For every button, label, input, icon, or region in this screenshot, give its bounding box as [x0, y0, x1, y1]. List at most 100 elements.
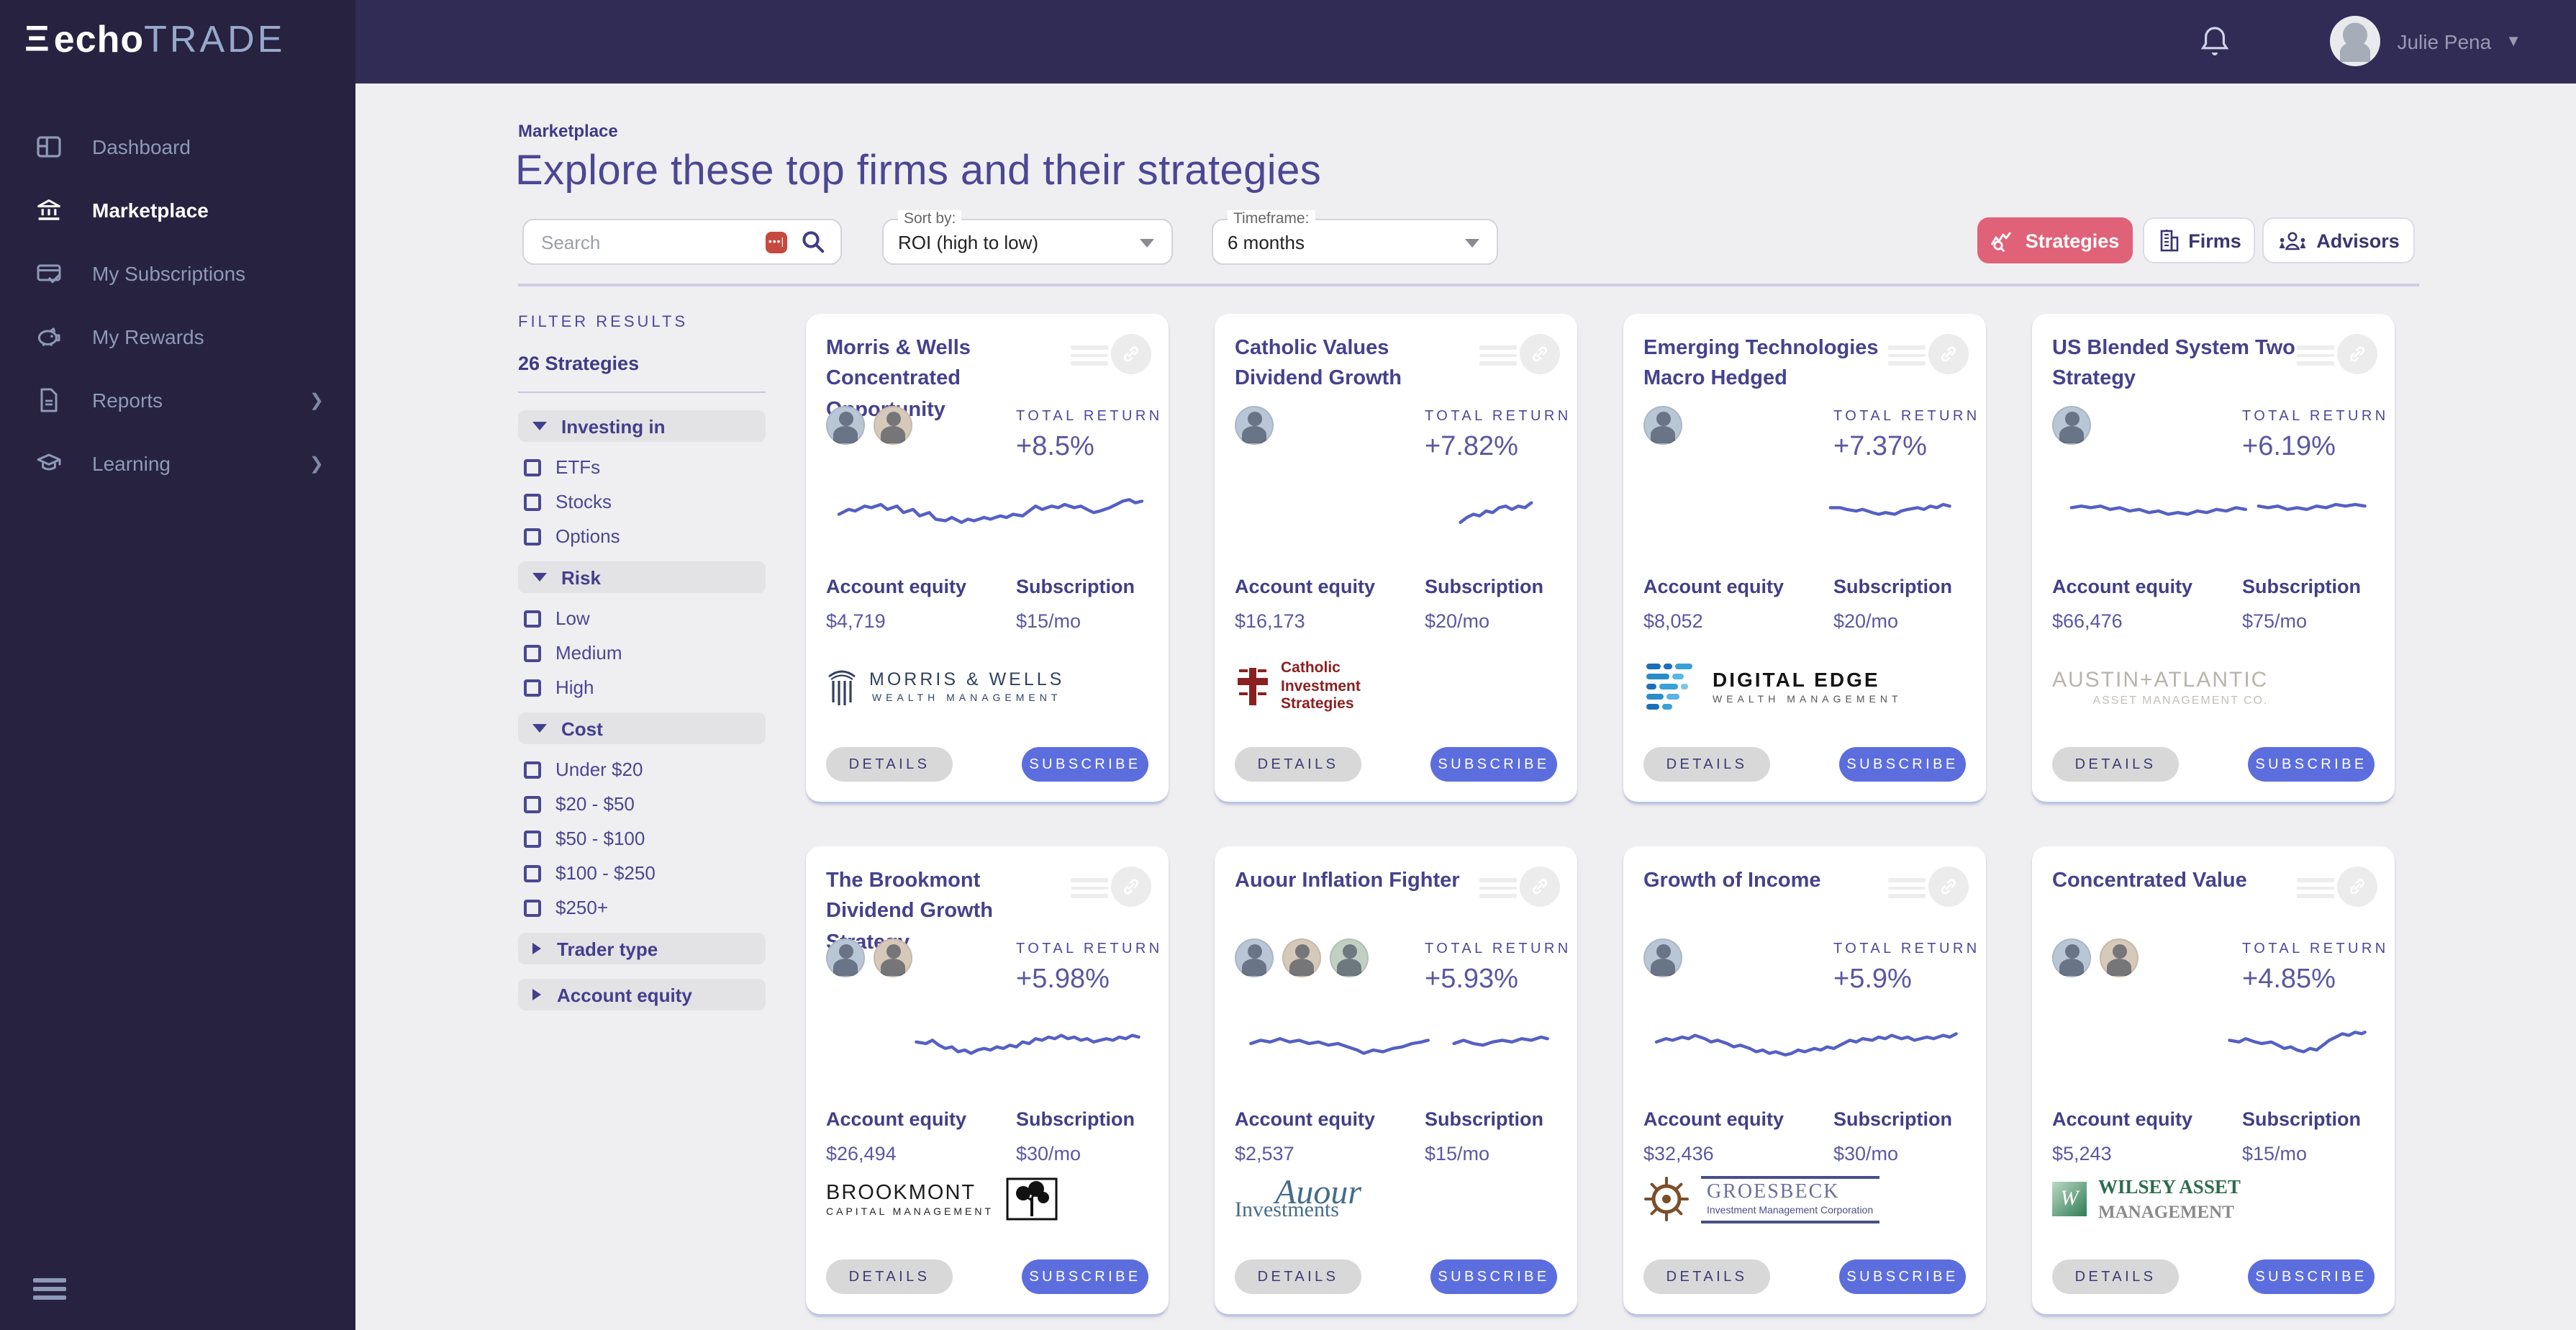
filter-section-header[interactable]: Investing in — [518, 410, 766, 442]
checkbox[interactable] — [524, 644, 541, 661]
details-button[interactable]: DETAILS — [2052, 1259, 2179, 1294]
link-button[interactable] — [1928, 334, 1969, 374]
link-button[interactable] — [1111, 334, 1151, 374]
tab-advisors[interactable]: Advisors — [2262, 217, 2415, 263]
checkbox[interactable] — [524, 795, 541, 813]
checkbox[interactable] — [524, 864, 541, 882]
checkbox[interactable] — [524, 610, 541, 627]
tab-strategies[interactable]: Strategies — [1977, 217, 2133, 263]
timeframe-label: Timeframe: — [1228, 210, 1315, 227]
filter-option[interactable]: $20 - $50 — [524, 793, 766, 815]
checkbox[interactable] — [524, 830, 541, 847]
link-button[interactable] — [2337, 334, 2377, 374]
sidebar-item-my-subscriptions[interactable]: My Subscriptions — [0, 242, 355, 305]
tab-firms[interactable]: Firms — [2143, 217, 2255, 263]
filter-option-label: ETFs — [555, 456, 601, 478]
filter-section-header[interactable]: Cost — [518, 712, 766, 744]
subscribe-button[interactable]: SUBSCRIBE — [2248, 1259, 2375, 1294]
card-menu[interactable] — [2297, 867, 2377, 907]
details-button[interactable]: DETAILS — [1235, 1259, 1361, 1294]
filter-section-header[interactable]: Account equity — [518, 979, 766, 1010]
details-button[interactable]: DETAILS — [826, 1259, 953, 1294]
subscribe-button[interactable]: SUBSCRIBE — [1022, 747, 1148, 782]
subscribe-button[interactable]: SUBSCRIBE — [1430, 747, 1557, 782]
filter-option[interactable]: $50 - $100 — [524, 828, 766, 849]
sidebar-item-reports[interactable]: Reports ❯ — [0, 368, 355, 432]
details-button[interactable]: DETAILS — [1235, 747, 1361, 782]
collapse-menu-icon[interactable] — [33, 1273, 66, 1304]
filter-option[interactable]: $250+ — [524, 897, 766, 918]
card-menu[interactable] — [1071, 867, 1151, 907]
link-button[interactable] — [1520, 334, 1560, 374]
dropdown-caret-icon — [1140, 239, 1154, 248]
link-button[interactable] — [1520, 867, 1560, 907]
advisor-avatars — [1235, 938, 1377, 977]
details-button[interactable]: DETAILS — [1643, 1259, 1770, 1294]
search-input[interactable] — [538, 230, 766, 254]
filter-option[interactable]: ETFs — [524, 456, 766, 478]
performance-sparkline — [1459, 501, 1533, 524]
checkbox[interactable] — [524, 458, 541, 476]
subscribe-button[interactable]: SUBSCRIBE — [1430, 1259, 1557, 1294]
sidebar-item-label: My Subscriptions — [92, 262, 246, 285]
subscribe-button[interactable]: SUBSCRIBE — [2248, 747, 2375, 782]
card-actions: DETAILS SUBSCRIBE — [2052, 1259, 2375, 1294]
checkbox[interactable] — [524, 528, 541, 545]
link-button[interactable] — [2337, 867, 2377, 907]
card-menu-lines-icon — [2297, 874, 2334, 902]
filter-option-label: High — [555, 677, 594, 698]
sidebar-item-learning[interactable]: Learning ❯ — [0, 432, 355, 495]
subscribe-button[interactable]: SUBSCRIBE — [1839, 1259, 1966, 1294]
card-menu[interactable] — [1479, 334, 1560, 374]
card-menu[interactable] — [1888, 867, 1969, 907]
subscribe-button[interactable]: SUBSCRIBE — [1022, 1259, 1148, 1294]
filter-section-header[interactable]: Risk — [518, 561, 766, 593]
filter-option[interactable]: Stocks — [524, 491, 766, 512]
timeframe-select[interactable]: Timeframe: 6 months — [1212, 210, 1498, 265]
filter-section-header[interactable]: Trader type — [518, 933, 766, 964]
filter-option[interactable]: Medium — [524, 642, 766, 664]
total-return-block: TOTAL RETURN +8.5% — [1016, 409, 1163, 463]
sidebar-item-marketplace[interactable]: Marketplace — [0, 178, 355, 242]
filter-option[interactable]: High — [524, 677, 766, 698]
filter-option[interactable]: Low — [524, 607, 766, 629]
sort-select[interactable]: Sort by: ROI (high to low) — [882, 210, 1173, 265]
triangle-right-icon — [532, 989, 541, 1000]
ship-wheel-icon — [1644, 1177, 1689, 1221]
checkbox[interactable] — [524, 899, 541, 916]
details-button[interactable]: DETAILS — [1643, 747, 1770, 782]
card-menu[interactable] — [1479, 867, 1560, 907]
advisor-avatar — [826, 406, 865, 445]
sidebar-item-my-rewards[interactable]: My Rewards — [0, 305, 355, 368]
link-button[interactable] — [1928, 867, 1969, 907]
search-field[interactable]: •••| — [522, 219, 842, 265]
filter-option[interactable]: $100 - $250 — [524, 862, 766, 884]
search-icon[interactable] — [800, 229, 826, 255]
firm-tagline-2: Strategies — [1281, 695, 1354, 713]
subscription-label: Subscription — [1425, 576, 1544, 597]
page-title: Explore these top firms and their strate… — [515, 148, 1322, 194]
brand-logo[interactable]: Ξ echo TRADE — [24, 17, 285, 62]
notifications-bell-icon[interactable] — [2199, 24, 2231, 59]
details-button[interactable]: DETAILS — [826, 747, 953, 782]
advisor-avatars — [2052, 938, 2147, 977]
jerusalem-cross-icon — [1235, 668, 1269, 705]
strategy-card: US Blended System Two Strategy TOTAL RETU… — [2032, 314, 2395, 803]
filter-option-label: $50 - $100 — [555, 828, 645, 849]
card-menu[interactable] — [1888, 334, 1969, 374]
strategy-card: Growth of Income TOTAL RETURN +5.9% Account… — [1623, 846, 1986, 1316]
checkbox[interactable] — [524, 761, 541, 778]
filter-option[interactable]: Under $20 — [524, 759, 766, 780]
sidebar-item-dashboard[interactable]: Dashboard — [0, 115, 355, 178]
card-stats: Account equity $32,436 Subscription $30/mo — [1643, 1108, 1966, 1164]
checkbox[interactable] — [524, 493, 541, 510]
user-avatar — [2329, 16, 2380, 66]
subscribe-button[interactable]: SUBSCRIBE — [1839, 747, 1966, 782]
checkbox[interactable] — [524, 679, 541, 696]
card-menu[interactable] — [2297, 334, 2377, 374]
details-button[interactable]: DETAILS — [2052, 747, 2179, 782]
filter-option[interactable]: Options — [524, 525, 766, 547]
link-button[interactable] — [1111, 867, 1151, 907]
user-menu[interactable]: Julie Pena ▼ — [2329, 16, 2521, 66]
card-menu[interactable] — [1071, 334, 1151, 374]
